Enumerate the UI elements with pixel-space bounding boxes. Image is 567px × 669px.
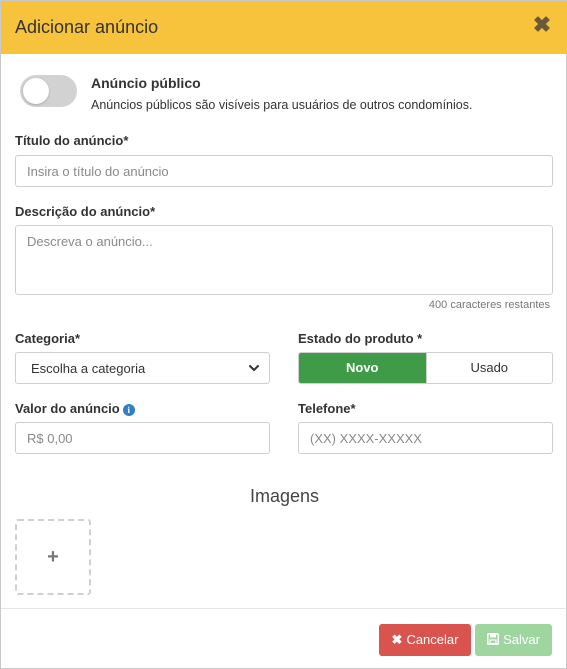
info-icon[interactable]: i bbox=[122, 404, 135, 416]
phone-label: Telefone* bbox=[298, 401, 356, 416]
description-textarea[interactable] bbox=[15, 225, 553, 295]
save-button[interactable]: Salvar bbox=[475, 624, 552, 656]
toggle-knob bbox=[23, 78, 49, 104]
category-select[interactable]: Escolha a categoria bbox=[15, 352, 270, 384]
save-label: Salvar bbox=[503, 632, 540, 647]
public-ad-toggle[interactable] bbox=[20, 75, 77, 107]
add-ad-dialog: Adicionar anúncio ✖ Anúncio público Anún… bbox=[0, 0, 567, 669]
cancel-label: Cancelar bbox=[406, 632, 459, 647]
category-selected-value: Escolha a categoria bbox=[31, 361, 146, 376]
footer-divider bbox=[1, 608, 567, 609]
cancel-button[interactable]: ✖ Cancelar bbox=[379, 624, 471, 656]
title-input[interactable] bbox=[15, 155, 553, 187]
character-counter: 400 caracteres restantes bbox=[428, 299, 550, 311]
price-label: Valor do anúncio i bbox=[15, 401, 135, 416]
images-heading: Imagens bbox=[249, 486, 320, 506]
description-label: Descrição do anúncio* bbox=[15, 204, 156, 219]
phone-input[interactable] bbox=[298, 422, 553, 454]
category-label: Categoria* bbox=[15, 331, 81, 346]
condition-option-used[interactable]: Usado bbox=[425, 353, 552, 383]
dialog-title: Adicionar anúncio bbox=[15, 17, 159, 37]
public-ad-description: Anúncios públicos são visíveis para usuá… bbox=[91, 98, 473, 112]
price-label-text: Valor do anúncio bbox=[15, 401, 120, 416]
condition-option-new[interactable]: Novo bbox=[299, 353, 426, 383]
chevron-down-icon bbox=[249, 365, 259, 371]
close-icon: ✖ bbox=[391, 632, 403, 647]
add-image-button[interactable]: + bbox=[15, 519, 91, 595]
condition-segmented-control: Novo Usado bbox=[298, 352, 553, 384]
public-ad-label: Anúncio público bbox=[91, 75, 201, 91]
dialog-header: Adicionar anúncio ✖ bbox=[1, 1, 567, 54]
title-label: Título do anúncio* bbox=[15, 133, 129, 148]
close-icon[interactable]: ✖ bbox=[532, 13, 552, 37]
save-icon bbox=[487, 633, 500, 645]
plus-icon: + bbox=[47, 546, 59, 568]
price-input[interactable] bbox=[15, 422, 270, 454]
condition-label: Estado do produto * bbox=[298, 331, 423, 346]
